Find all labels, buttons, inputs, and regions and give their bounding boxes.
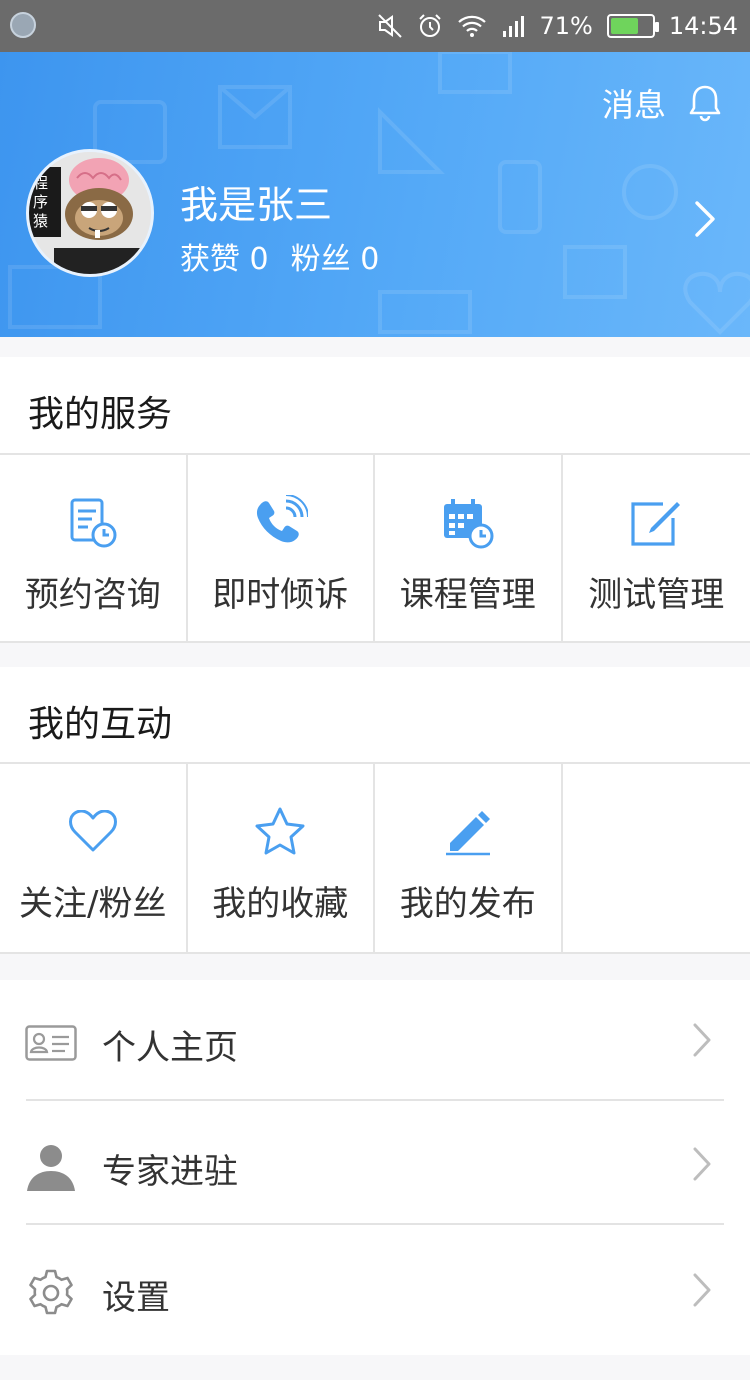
interactions-section-header: 我的互动 [0, 667, 750, 763]
avatar-text-2: 序 [33, 193, 48, 211]
services-title: 我的服务 [28, 394, 173, 435]
interaction-item-favorites[interactable]: 我的收藏 [188, 764, 375, 952]
likes-stat: 获赞 0 [180, 234, 269, 278]
service-item-label: 测试管理 [588, 575, 725, 615]
clock: 14:54 [668, 12, 738, 40]
divider [26, 1223, 724, 1225]
chevron-right-icon[interactable] [694, 200, 716, 238]
menu-item-settings[interactable]: 设置 [0, 1230, 750, 1354]
services-grid: 预约咨询 即时倾诉 课程管理 测试管理 [0, 453, 750, 643]
chevron-right-icon [693, 1273, 711, 1307]
fans-count: 0 [360, 242, 380, 277]
service-item-label: 即时倾诉 [212, 575, 349, 615]
appointment-icon [65, 495, 121, 551]
wifi-icon [458, 15, 487, 37]
avatar-text-3: 猿 [33, 212, 48, 230]
chevron-right-icon [693, 1023, 711, 1057]
service-item-talk[interactable]: 即时倾诉 [188, 455, 375, 641]
interactions-grid: 关注/粉丝 我的收藏 我的发布 [0, 762, 750, 954]
service-item-test[interactable]: 测试管理 [563, 455, 750, 641]
interaction-item-empty [563, 764, 750, 952]
battery-percent: 71% [539, 12, 593, 40]
username: 我是张三 [180, 183, 333, 227]
profile-stats: 获赞 0 粉丝 0 [180, 234, 379, 278]
interaction-item-label: 关注/粉丝 [19, 884, 167, 924]
user-icon [24, 1140, 78, 1194]
service-item-label: 预约咨询 [24, 575, 161, 615]
pencil-icon [440, 804, 496, 860]
heart-icon [65, 804, 121, 860]
gear-icon [24, 1266, 78, 1320]
interaction-item-follow[interactable]: 关注/粉丝 [0, 764, 188, 952]
status-bar: 71% 14:54 [0, 0, 750, 52]
menu-item-profile-page[interactable]: 个人主页 [0, 980, 750, 1104]
interaction-item-label: 我的收藏 [212, 884, 349, 924]
fans-stat: 粉丝 0 [291, 234, 380, 278]
menu-item-expert[interactable]: 专家进驻 [0, 1104, 750, 1228]
service-item-appointment[interactable]: 预约咨询 [0, 455, 188, 641]
interaction-item-posts[interactable]: 我的发布 [375, 764, 563, 952]
calendar-clock-icon [440, 495, 496, 551]
likes-count: 0 [249, 242, 269, 277]
signal-icon [503, 16, 525, 37]
message-button[interactable]: 消息 [602, 80, 722, 126]
phone-call-icon [252, 495, 309, 551]
interactions-title: 我的互动 [28, 704, 173, 745]
interaction-item-label: 我的发布 [399, 884, 536, 924]
edit-box-icon [628, 495, 684, 551]
menu-item-label: 个人主页 [102, 1028, 238, 1068]
menu-item-label: 专家进驻 [102, 1152, 238, 1192]
message-label: 消息 [601, 86, 666, 124]
profile-header[interactable]: 消息 程 序 猿 我是张三 获赞 0 粉丝 0 [0, 52, 750, 337]
menu-item-label: 设置 [102, 1278, 170, 1318]
id-card-icon [24, 1016, 78, 1070]
app-notification-icon [10, 12, 36, 38]
divider [26, 1099, 724, 1101]
menu-list: 个人主页 专家进驻 设置 [0, 980, 750, 1355]
avatar[interactable]: 程 序 猿 [26, 149, 154, 277]
likes-label: 获赞 [180, 242, 240, 277]
bell-icon [689, 85, 721, 122]
mute-icon [378, 14, 403, 38]
battery-icon [606, 14, 659, 38]
chevron-right-icon [693, 1147, 711, 1181]
fans-label: 粉丝 [290, 242, 351, 277]
services-section-header: 我的服务 [0, 357, 750, 453]
service-item-label: 课程管理 [399, 575, 536, 615]
star-icon [252, 804, 308, 860]
alarm-icon [419, 14, 442, 37]
monkey-avatar-image: 程 序 猿 [29, 152, 151, 274]
service-item-course[interactable]: 课程管理 [375, 455, 563, 641]
